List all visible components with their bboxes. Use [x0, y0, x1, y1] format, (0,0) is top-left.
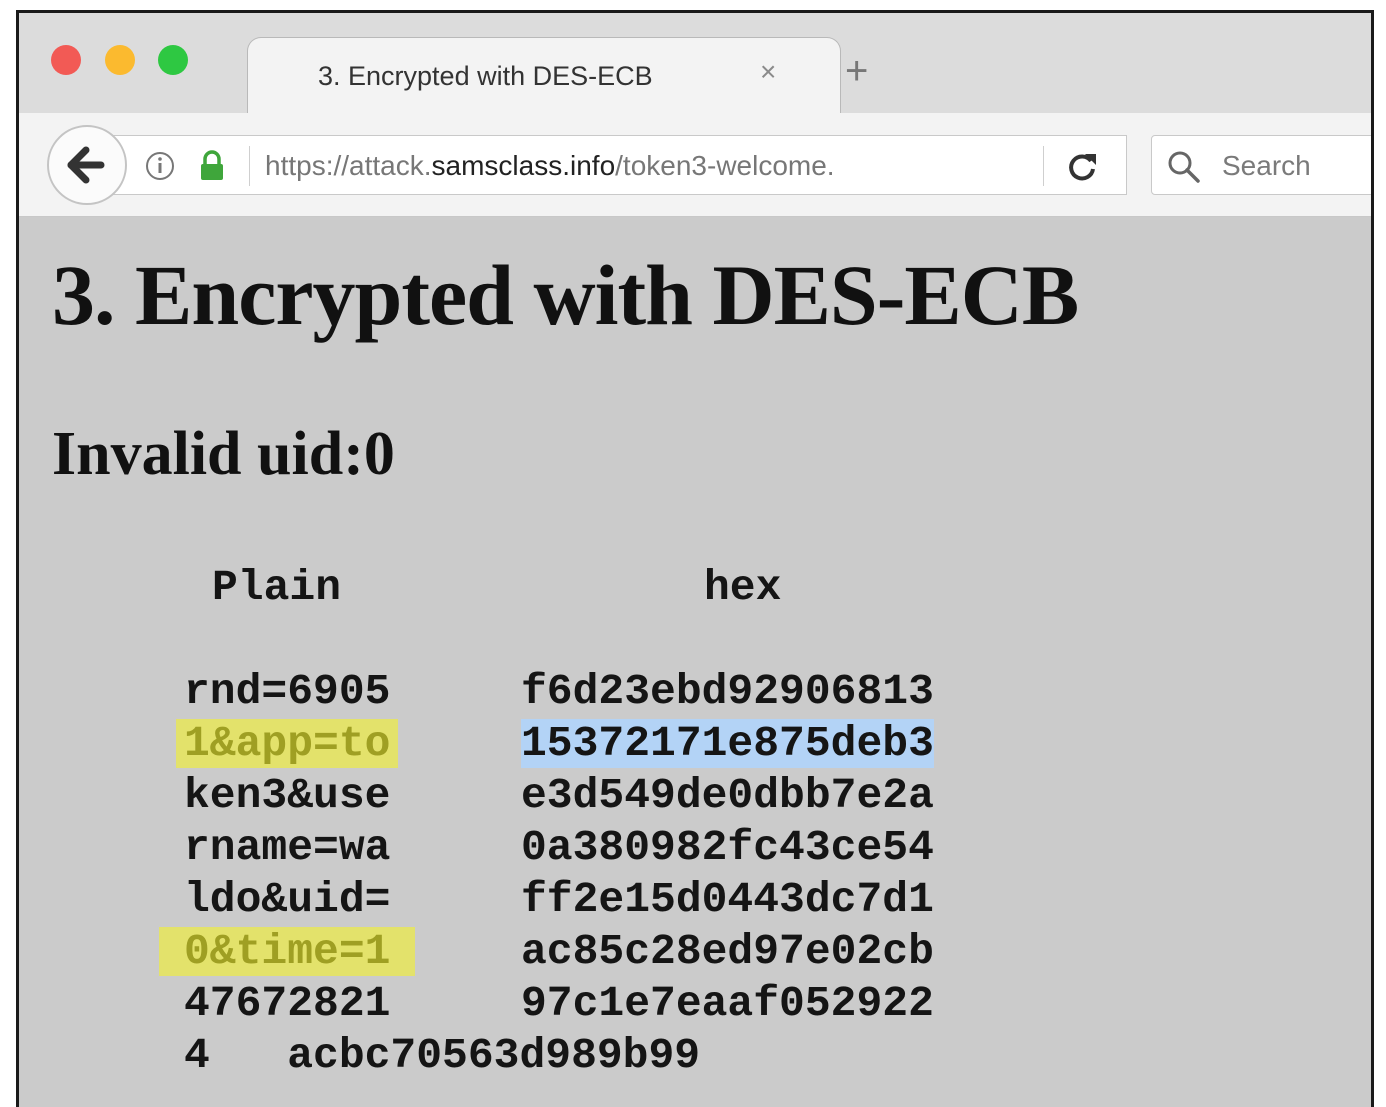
- table-cell-hex: ff2e15d0443dc7d1: [521, 875, 934, 924]
- table-cell-plain-highlighted: 1&app=to: [176, 719, 399, 768]
- tab-active[interactable]: 3. Encrypted with DES-ECB ×: [247, 37, 841, 115]
- table-cell-plain: ldo&uid=: [184, 875, 391, 924]
- minimize-window-button[interactable]: [105, 45, 135, 75]
- back-arrow-icon: [67, 146, 105, 184]
- table-cell-hex-highlighted: 15372171e875deb3: [521, 719, 934, 768]
- info-icon[interactable]: [145, 151, 175, 186]
- table-cell-hex: ac85c28ed97e02cb: [521, 927, 934, 976]
- close-icon[interactable]: ×: [760, 56, 776, 88]
- status-message: Invalid uid:0: [52, 420, 395, 488]
- table-cell-plain: rnd=6905: [184, 667, 391, 716]
- plus-icon[interactable]: +: [845, 51, 868, 91]
- column-header-plain: Plain: [212, 563, 342, 612]
- table-cell-hex: f6d23ebd92906813: [521, 667, 934, 716]
- tab-bar: 3. Encrypted with DES-ECB × +: [19, 13, 1371, 115]
- reload-icon[interactable]: [1065, 150, 1099, 189]
- nav-toolbar: https://attack.samsclass.info/token3-wel…: [19, 113, 1371, 217]
- page-title: 3. Encrypted with DES-ECB: [52, 247, 1079, 343]
- search-icon: [1166, 149, 1202, 190]
- table-cell-plain: rname=wa: [184, 823, 391, 872]
- table-cell-hex: 97c1e7eaaf052922: [521, 979, 934, 1028]
- url-separator: [1043, 146, 1044, 186]
- close-window-button[interactable]: [51, 45, 81, 75]
- lock-icon[interactable]: [197, 150, 227, 187]
- column-header-hex: hex: [704, 563, 782, 612]
- table-cell-hex: e3d549de0dbb7e2a: [521, 771, 934, 820]
- table-cell-plain: 4 acbc70563d989b99: [184, 1031, 701, 1080]
- table-cell-plain-highlighted: 0&time=1: [159, 927, 416, 976]
- table-cell-plain: ken3&use: [184, 771, 391, 820]
- back-button[interactable]: [47, 125, 127, 205]
- table-cell-plain: 47672821: [184, 979, 391, 1028]
- search-box[interactable]: Search: [1151, 135, 1371, 195]
- url-separator: [249, 146, 250, 186]
- tab-title: 3. Encrypted with DES-ECB: [318, 61, 653, 91]
- page-content: 3. Encrypted with DES-ECB Invalid uid:0 …: [19, 217, 1371, 1107]
- browser-window: 3. Encrypted with DES-ECB × + https://at…: [16, 10, 1374, 1107]
- url-text[interactable]: https://attack.samsclass.info/token3-wel…: [265, 150, 835, 182]
- maximize-window-button[interactable]: [158, 45, 188, 75]
- table-cell-hex: 0a380982fc43ce54: [521, 823, 934, 872]
- search-input[interactable]: Search: [1222, 150, 1311, 182]
- url-bar[interactable]: https://attack.samsclass.info/token3-wel…: [109, 135, 1127, 195]
